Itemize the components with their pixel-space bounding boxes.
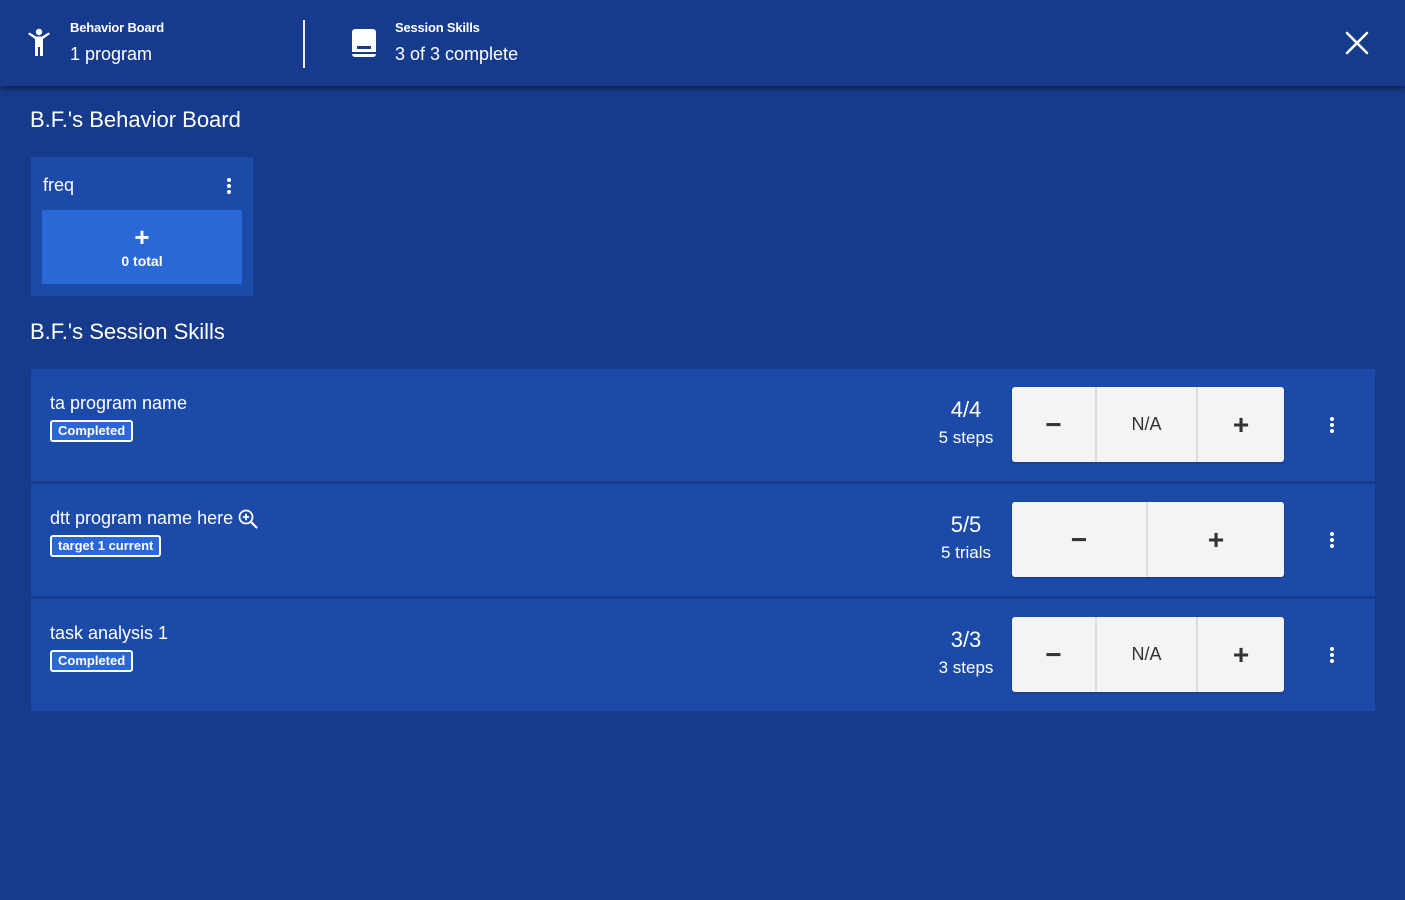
skill-row: task analysis 1 Completed 3/3 3 steps − … <box>31 599 1375 711</box>
skills-list: ta program name Completed 4/4 5 steps − … <box>31 369 1375 714</box>
behavior-card-menu-button[interactable] <box>221 174 237 198</box>
plus-button[interactable]: + <box>1148 502 1284 577</box>
skill-name-text: task analysis 1 <box>50 623 169 643</box>
skill-name-text: ta program name <box>50 393 188 413</box>
more-vertical-icon <box>1330 417 1334 433</box>
plus-button[interactable]: + <box>1198 617 1284 692</box>
more-vertical-icon <box>1330 647 1334 663</box>
book-icon <box>349 28 379 58</box>
session-skills-progress: 3 of 3 complete <box>395 44 519 64</box>
behavior-board-title: B.F.'s Behavior Board <box>30 107 241 132</box>
skill-name-text: dtt program name here <box>50 508 234 528</box>
minus-button[interactable]: − <box>1012 617 1097 692</box>
behavior-board-summary[interactable]: Behavior Board 1 program <box>24 0 164 86</box>
increment-frequency-button[interactable]: + 0 total <box>42 210 242 284</box>
plus-icon: + <box>134 222 150 252</box>
behavior-card-name: freq <box>43 175 75 195</box>
skill-count-value: 5/5 <box>950 512 982 537</box>
more-vertical-icon <box>227 178 231 194</box>
plus-button[interactable]: + <box>1198 387 1284 462</box>
na-button[interactable]: N/A <box>1097 387 1198 462</box>
skill-name[interactable]: ta program name <box>50 393 187 414</box>
top-bar: Behavior Board 1 program Session Skills … <box>0 0 1405 86</box>
more-vertical-icon <box>1330 532 1334 548</box>
zoom-in-icon[interactable] <box>238 509 258 529</box>
na-button[interactable]: N/A <box>1097 617 1198 692</box>
behavior-board-label: Behavior Board <box>70 20 165 35</box>
status-badge: target 1 current <box>50 535 162 557</box>
skill-row: ta program name Completed 4/4 5 steps − … <box>31 369 1375 481</box>
session-skills-summary[interactable]: Session Skills 3 of 3 complete <box>349 0 518 86</box>
skill-menu-button[interactable] <box>1323 643 1341 667</box>
skill-count: 5/5 5 trials <box>911 511 1021 564</box>
skill-menu-button[interactable] <box>1323 413 1341 437</box>
skill-count: 3/3 3 steps <box>911 626 1021 679</box>
skill-count: 4/4 5 steps <box>911 396 1021 449</box>
skill-count-value: 3/3 <box>950 627 982 652</box>
frequency-total: 0 total <box>121 253 163 269</box>
close-button[interactable] <box>1340 26 1374 60</box>
skill-count-unit: 5 steps <box>938 428 994 447</box>
status-badge: Completed <box>50 420 134 442</box>
session-skills-label: Session Skills <box>395 20 480 35</box>
behavior-card: freq + 0 total <box>31 157 253 296</box>
skill-name[interactable]: dtt program name here <box>50 508 258 529</box>
header-divider <box>303 20 305 68</box>
minus-button[interactable]: − <box>1012 387 1097 462</box>
skill-count-unit: 5 trials <box>940 543 992 562</box>
skill-controls: − + <box>1012 502 1284 577</box>
status-badge: Completed <box>50 650 134 672</box>
person-icon <box>24 28 54 58</box>
skill-count-value: 4/4 <box>950 397 982 422</box>
skill-name[interactable]: task analysis 1 <box>50 623 168 644</box>
behavior-board-count: 1 program <box>70 44 153 64</box>
skill-controls: − N/A + <box>1012 387 1284 462</box>
skill-row: dtt program name here target 1 current 5… <box>31 484 1375 596</box>
skill-menu-button[interactable] <box>1323 528 1341 552</box>
close-icon <box>1345 31 1369 55</box>
session-skills-title: B.F.'s Session Skills <box>30 319 225 344</box>
minus-button[interactable]: − <box>1012 502 1148 577</box>
skill-controls: − N/A + <box>1012 617 1284 692</box>
skill-count-unit: 3 steps <box>938 658 994 677</box>
